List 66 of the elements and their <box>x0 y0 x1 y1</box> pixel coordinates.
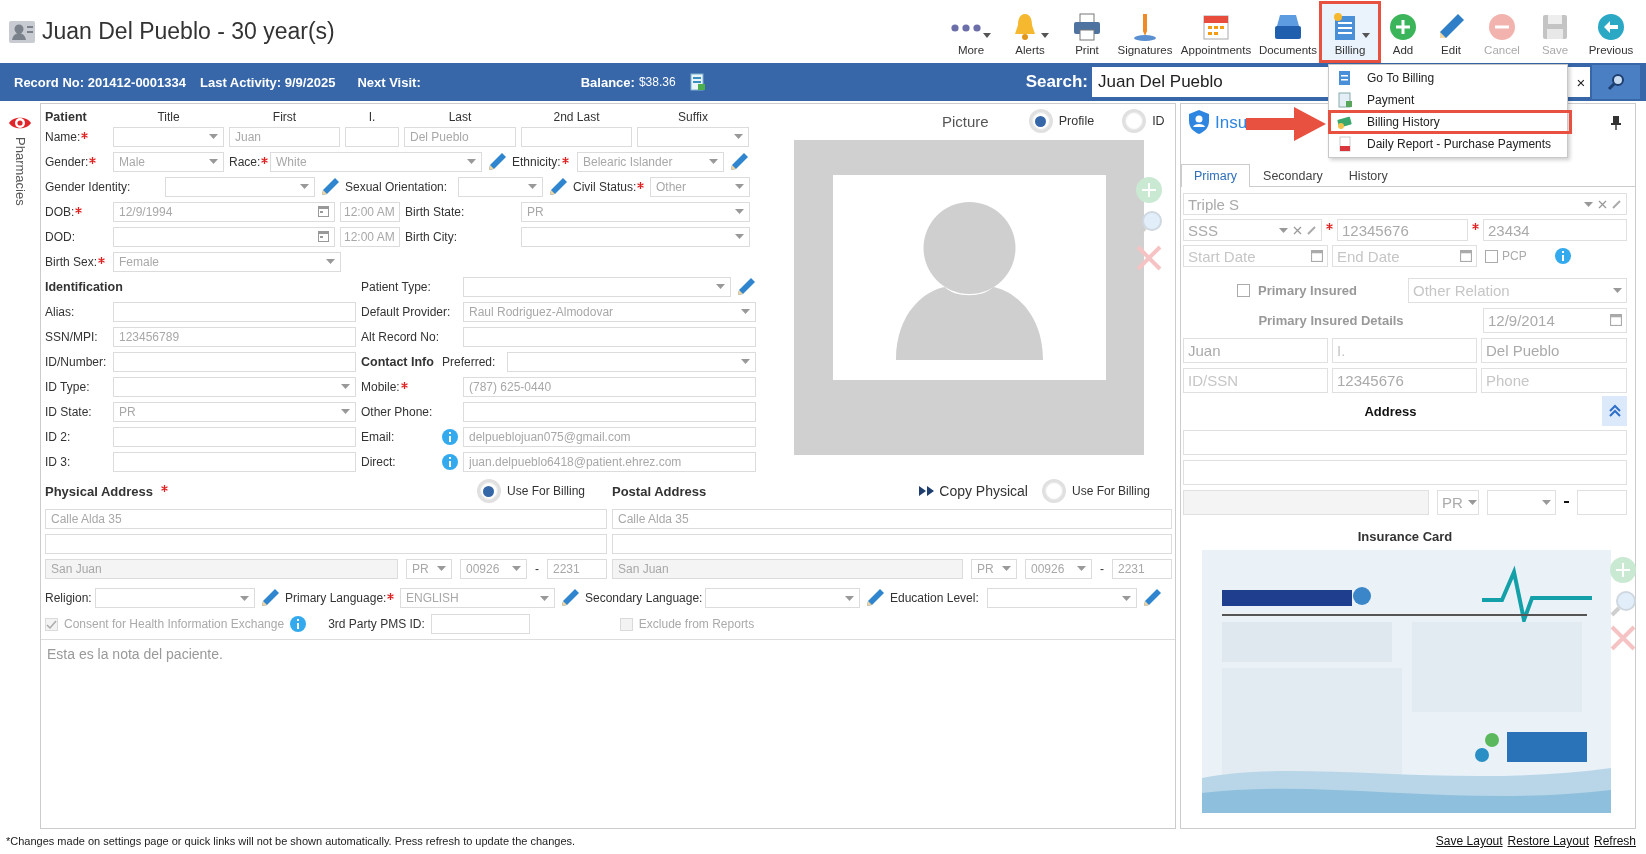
section-heading: Postal Address <box>612 483 707 499</box>
window-title: Juan Del Pueblo - 30 year(s) <box>42 18 335 45</box>
checkbox-label: Exclude from Reports <box>638 617 755 631</box>
radio-label: Use For Billing <box>506 484 585 498</box>
field-label: Secondary Language: <box>585 591 703 605</box>
field-label: DOB: <box>45 204 83 219</box>
field-label: Civil Status: <box>573 179 645 194</box>
column-header: 2nd Last <box>552 110 601 124</box>
checkbox-label: Primary Insured <box>1258 282 1357 298</box>
field-label: Direct: <box>361 454 396 469</box>
column-header: First <box>271 110 298 124</box>
checkbox-label: Consent for Health Information Exchange <box>64 617 285 631</box>
field-label: DOD: <box>45 229 75 244</box>
section-heading: Address <box>1363 403 1418 419</box>
field-label: 3rd Party PMS ID: <box>328 617 425 631</box>
field-label: Birth State: <box>405 204 465 219</box>
section-heading: Insurance Card <box>1356 529 1454 544</box>
field-label: ID 2: <box>45 429 71 444</box>
field-label: ID 3: <box>45 454 71 469</box>
field-label: Gender: <box>45 154 97 169</box>
footer-note: *Changes made on settings page or quick links will not be shown automatically. Press refresh to update the changes. <box>6 835 576 847</box>
picture-title: Picture <box>942 112 989 130</box>
field-label: Primary Language: <box>285 591 395 605</box>
field-label: SSN/MPI: <box>45 329 98 344</box>
dash: - <box>1100 561 1104 576</box>
field-label: Email: <box>361 429 395 444</box>
column-header: Last <box>447 110 473 124</box>
checkbox-label: PCP <box>1502 249 1527 263</box>
last-activity: Last Activity: 9/9/2025 <box>200 74 336 90</box>
field-label: Preferred: <box>442 354 496 369</box>
field-label: Ethnicity: <box>512 154 569 169</box>
field-label: Race: <box>229 154 269 169</box>
field-label: Default Provider: <box>361 304 451 319</box>
field-label: ID State: <box>45 404 92 419</box>
section-heading: Primary Insured Details <box>1257 312 1405 328</box>
field-label: Mobile: <box>361 379 408 394</box>
field-label: Education Level: <box>890 591 979 605</box>
column-header: I. <box>367 110 377 124</box>
field-label: Alias: <box>45 304 75 319</box>
section-heading: Physical Address <box>45 483 168 499</box>
field-label: Sexual Orientation: <box>345 179 448 194</box>
panel-title: Insu <box>1215 113 1248 133</box>
field-label: Patient Type: <box>361 279 431 294</box>
balance-label: Balance: <box>580 74 635 90</box>
radio-label: ID <box>1152 114 1165 128</box>
next-visit-label: Next Visit: <box>357 74 421 90</box>
field-label: Name: <box>45 129 89 144</box>
field-label: Alt Record No: <box>361 329 440 344</box>
balance-value: $38.36 <box>638 75 676 89</box>
field-label: Birth Sex: <box>45 254 106 269</box>
section-heading: Contact Info <box>361 354 435 369</box>
section-heading: Patient <box>45 110 88 124</box>
field-label: Birth City: <box>405 229 457 244</box>
radio-label: Profile <box>1058 114 1095 128</box>
section-heading: Identification <box>45 279 124 294</box>
record-number: Record No: 201412-0001334 <box>14 74 186 90</box>
dash: - <box>535 561 539 576</box>
field-label: Other Phone: <box>361 404 433 419</box>
radio-label: Use For Billing <box>1071 484 1150 498</box>
search-label: Search: <box>1025 72 1088 92</box>
column-header: Title <box>156 110 181 124</box>
field-label: ID/Number: <box>45 354 107 369</box>
field-label: Religion: <box>45 591 92 605</box>
column-header: Suffix <box>677 110 709 124</box>
field-label: Gender Identity: <box>45 179 131 194</box>
field-label: ID Type: <box>45 379 90 394</box>
